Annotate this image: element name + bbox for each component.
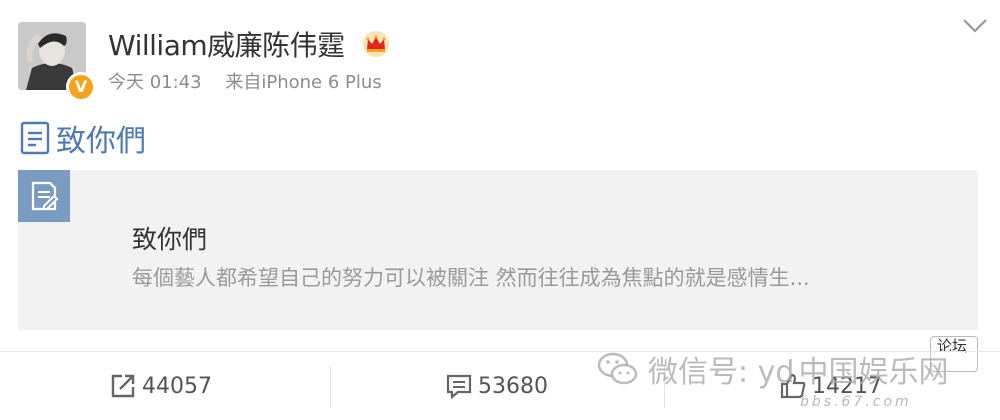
article-title: 致你們: [132, 225, 208, 254]
comment-button[interactable]: 53680: [444, 352, 548, 420]
document-icon: [20, 121, 50, 155]
article-excerpt: 每個藝人都希望自己的努力可以被關注 然而往往成為焦點的就是感情生...: [132, 266, 810, 290]
watermark-url: bbs.67.com: [800, 394, 912, 410]
post-meta: 今天 01:43 来自iPhone 6 Plus: [108, 68, 382, 94]
site-watermark: 中国娱乐网: [798, 355, 949, 390]
post-title: 致你們: [56, 124, 146, 159]
chevron-down-icon[interactable]: [960, 14, 990, 38]
wechat-icon: [597, 352, 638, 385]
repost-icon: [111, 374, 135, 398]
wechat-label: 微信号: yd: [648, 355, 795, 390]
repost-button[interactable]: 44057: [108, 352, 212, 420]
comment-icon: [446, 374, 472, 400]
action-separator: [330, 366, 331, 408]
wechat-watermark: 微信号: yd 中国娱乐网: [596, 344, 948, 394]
author-name[interactable]: William威廉陈伟霆: [108, 24, 345, 64]
comment-count: 53680: [478, 373, 548, 399]
article-doc-icon: [18, 170, 70, 222]
article-card[interactable]: 致你們 每個藝人都希望自己的努力可以被關注 然而往往成為焦點的就是感情生...: [18, 170, 978, 330]
post-title-link[interactable]: 致你們: [20, 116, 146, 160]
post-source: 来自iPhone 6 Plus: [225, 72, 382, 93]
weibo-post: V William威廉陈伟霆 今天 01:43 来自iPhone 6 Plus …: [0, 0, 1000, 420]
post-time[interactable]: 今天 01:43: [108, 72, 202, 93]
crown-icon: [363, 31, 389, 57]
repost-count: 44057: [142, 373, 212, 399]
verified-badge: V: [66, 72, 96, 102]
